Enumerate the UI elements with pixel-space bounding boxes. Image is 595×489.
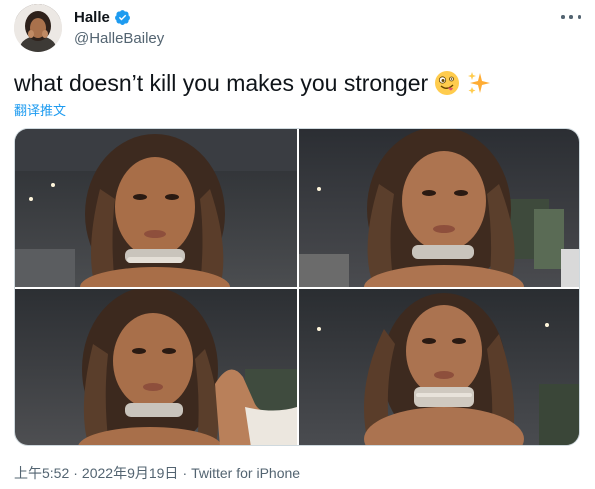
translate-tweet-link[interactable]: 翻译推文 — [14, 100, 66, 119]
tweet-source[interactable]: Twitter for iPhone — [191, 465, 300, 481]
author-handle[interactable]: @HalleBailey — [74, 30, 164, 47]
photo-3[interactable] — [15, 289, 297, 445]
tweet-text: what doesn’t kill you makes you stronger — [14, 68, 492, 98]
tweet-time[interactable]: 上午5:52 — [14, 465, 69, 481]
display-name[interactable]: Halle — [74, 9, 110, 26]
more-options-icon[interactable] — [561, 10, 581, 24]
tweet-card: Halle @HalleBailey what doesn’t kill you… — [0, 0, 595, 489]
zany-face-icon — [434, 70, 460, 96]
tweet-metadata: 上午5:52 · 2022年9月19日 · Twitter for iPhone — [14, 463, 300, 483]
meta-separator-2: · — [182, 465, 188, 481]
verified-badge-icon — [114, 9, 131, 26]
media-grid — [14, 128, 580, 446]
tweet-date[interactable]: 2022年9月19日 — [82, 465, 179, 481]
tweet-text-body: what doesn’t kill you makes you stronger — [14, 70, 429, 96]
author-name-row: Halle — [74, 9, 131, 26]
photo-4[interactable] — [299, 289, 579, 445]
sparkles-icon — [466, 70, 492, 96]
photo-1[interactable] — [15, 129, 297, 287]
meta-separator: · — [73, 465, 78, 481]
photo-2[interactable] — [299, 129, 579, 287]
avatar[interactable] — [14, 4, 62, 52]
